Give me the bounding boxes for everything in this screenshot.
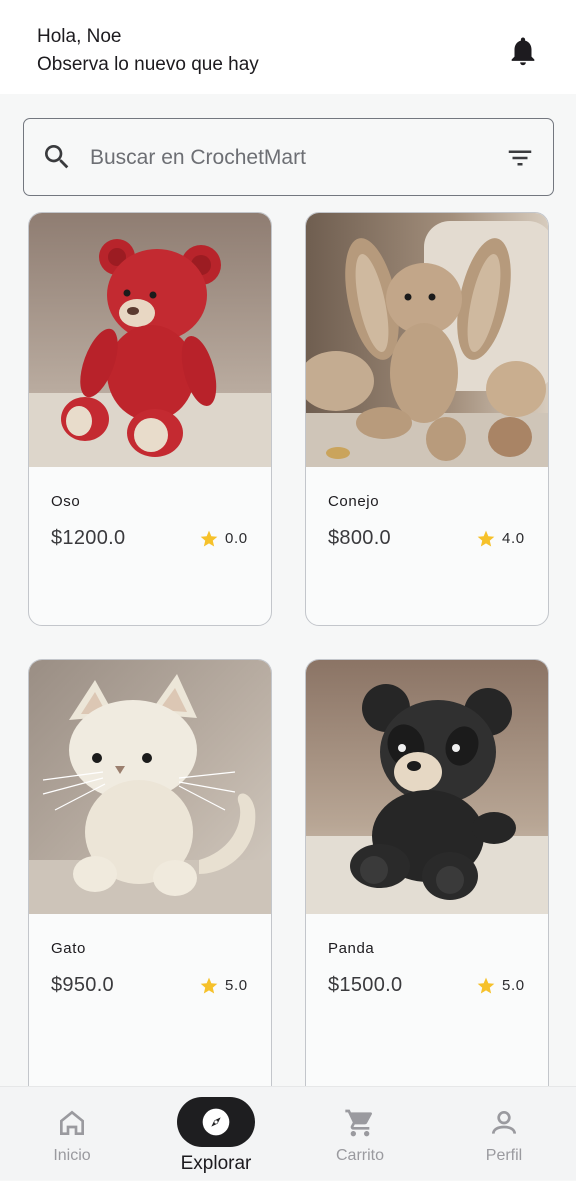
- nav-label: Carrito: [335, 1147, 384, 1164]
- product-image-oso: [29, 213, 271, 467]
- product-price: $950.0: [51, 974, 114, 996]
- nav-item-perfil[interactable]: Perfil: [432, 1087, 576, 1181]
- filter-icon[interactable]: [505, 143, 535, 173]
- product-name: Conejo: [328, 493, 380, 510]
- product-rating: 4.0: [502, 530, 525, 547]
- subtitle-text: Observa lo nuevo que hay: [37, 54, 259, 75]
- person-icon: [492, 1111, 516, 1134]
- star-icon: [200, 530, 218, 547]
- nav-label: Perfil: [485, 1147, 523, 1164]
- product-rating: 5.0: [502, 977, 525, 994]
- product-name: Panda: [328, 940, 375, 957]
- nav-item-inicio[interactable]: Inicio: [0, 1087, 144, 1181]
- nav-item-explorar[interactable]: Explorar: [144, 1087, 288, 1181]
- search-bar[interactable]: [23, 118, 554, 196]
- product-name: Oso: [51, 493, 81, 510]
- greeting-text: Hola, Noe: [37, 26, 122, 47]
- product-image-gato: [29, 660, 271, 914]
- product-rating: 0.0: [225, 530, 248, 547]
- star-icon: [477, 530, 495, 547]
- search-icon[interactable]: [41, 141, 73, 173]
- search-input[interactable]: [90, 141, 470, 175]
- nav-label: Explorar: [180, 1153, 252, 1174]
- product-rating: 5.0: [225, 977, 248, 994]
- bell-icon[interactable]: [506, 34, 540, 68]
- app-header: Hola, Noe Observa lo nuevo que hay: [0, 0, 576, 94]
- star-icon: [477, 977, 495, 994]
- product-price: $800.0: [328, 527, 391, 549]
- product-card-panda[interactable]: Panda $1500.0 5.0: [305, 659, 549, 1089]
- nav-item-carrito[interactable]: Carrito: [288, 1087, 432, 1181]
- home-icon: [60, 1110, 84, 1135]
- cart-icon: [345, 1109, 373, 1137]
- product-card-oso[interactable]: Oso $1200.0 0.0: [28, 212, 272, 626]
- product-image-panda: [306, 660, 548, 914]
- product-image-conejo: [306, 213, 548, 467]
- nav-label: Inicio: [53, 1147, 91, 1164]
- compass-icon: [202, 1108, 230, 1136]
- product-card-conejo[interactable]: Conejo $800.0 4.0: [305, 212, 549, 626]
- bottom-navigation: Inicio Explorar Carrito Perfil: [0, 1086, 576, 1180]
- product-name: Gato: [51, 940, 86, 957]
- product-price: $1500.0: [328, 974, 403, 996]
- star-icon: [200, 977, 218, 994]
- product-price: $1200.0: [51, 527, 126, 549]
- product-card-gato[interactable]: Gato $950.0 5.0: [28, 659, 272, 1089]
